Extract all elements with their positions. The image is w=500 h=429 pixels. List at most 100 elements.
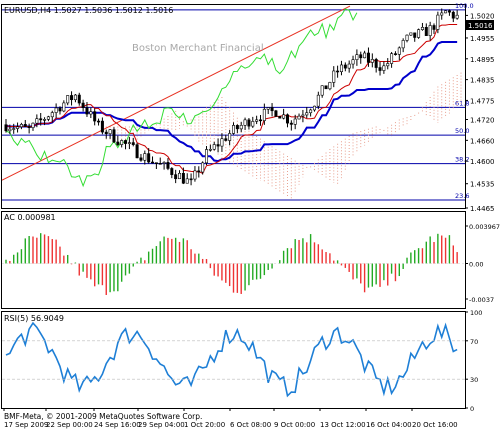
rsi-tick-label: 0 (470, 405, 474, 413)
price-tick-label: 1.4535 (470, 181, 495, 189)
time-tick-label: 22 Sep 00:00 (46, 421, 93, 429)
candle-body (31, 122, 35, 128)
candle-body (374, 59, 378, 68)
time-tick-label: 9 Oct 00:00 (274, 421, 315, 429)
candle-body (393, 53, 397, 55)
candle-body (243, 119, 247, 126)
copyright-text: BMF-Meta, © 2001-2009 MetaQuotes Softwar… (4, 412, 202, 421)
candle-body (440, 12, 444, 16)
candle-body (424, 27, 428, 36)
candle-body (174, 174, 178, 180)
time-tick-label: 1 Oct 20:00 (184, 421, 225, 429)
ac-tick-label: 0.00 (469, 261, 483, 269)
candle-body (58, 107, 62, 112)
candle-body (297, 115, 301, 120)
candle-body (262, 108, 266, 121)
fib-level-label: 38.2 (455, 156, 469, 164)
candle-body (278, 116, 282, 119)
candle-body (301, 114, 305, 117)
candle-body (220, 138, 224, 147)
candle-body (420, 27, 424, 30)
candle-body (73, 94, 77, 101)
fib-level-label: 100.0 (455, 2, 474, 10)
price-tick-label: 1.4835 (470, 77, 495, 85)
price-tick-label: 1.4465 (470, 205, 495, 213)
candle-body (62, 102, 66, 112)
candle-body (77, 94, 81, 104)
rsi-tick-label: 70 (470, 338, 478, 346)
candle-body (370, 59, 374, 63)
candle-body (70, 95, 74, 101)
candle-body (135, 144, 139, 159)
candle-body (224, 138, 228, 141)
candle-body (274, 110, 278, 117)
price-panel-title: EURUSD,H4 1.5027 1.5036 1.5012 1.5016 (4, 6, 173, 15)
price-tick-label: 1.4720 (470, 117, 495, 125)
candle-body (100, 120, 104, 133)
candle-body (355, 54, 359, 60)
candle-body (444, 10, 448, 14)
candle-body (339, 64, 343, 72)
price-tick-label: 1.4895 (470, 56, 495, 64)
time-tick-label: 20 Oct 16:00 (412, 421, 458, 429)
candle-body (436, 14, 440, 30)
rsi-panel-title: RSI(5) 56.9049 (4, 314, 64, 323)
price-tick-label: 1.4775 (470, 97, 495, 105)
candle-body (23, 124, 27, 127)
candle-body (235, 125, 239, 130)
rsi-tick-label: 30 (470, 376, 478, 384)
candle-body (447, 10, 451, 13)
candle-body (251, 121, 255, 127)
candle-body (162, 162, 166, 164)
candle-body (390, 53, 394, 64)
candle-body (104, 131, 108, 135)
chart-background (0, 0, 500, 429)
candle-body (197, 170, 201, 173)
candle-body (289, 122, 293, 125)
candle-body (205, 149, 209, 164)
current-price-label: 1.5016 (468, 22, 493, 30)
ac-tick-label: 0.003967 (469, 223, 500, 231)
candle-body (108, 129, 112, 135)
candle-body (127, 142, 131, 144)
candle-body (201, 162, 205, 173)
candle-body (97, 120, 101, 123)
candle-body (212, 144, 216, 150)
candle-body (4, 124, 8, 132)
time-tick-label: 6 Oct 08:00 (230, 421, 271, 429)
candle-body (124, 140, 128, 144)
candle-body (432, 25, 436, 30)
watermark-text: Boston Merchant Financial (132, 43, 264, 54)
rsi-tick-label: 100 (470, 309, 482, 317)
candle-body (405, 34, 409, 41)
candle-body (332, 70, 336, 83)
candle-body (282, 114, 286, 119)
trading-chart: 100.061.850.038.223.6 Boston Merchant Fi… (0, 0, 500, 429)
price-tick-label: 1.4600 (470, 158, 495, 166)
candle-body (178, 173, 182, 180)
ac-panel-title: AC 0.000981 (4, 213, 56, 222)
candle-body (139, 157, 143, 161)
candle-body (359, 54, 363, 59)
candle-body (19, 124, 23, 128)
candle-body (228, 133, 232, 141)
candle-body (89, 111, 93, 115)
fib-level-label: 50.0 (455, 127, 469, 135)
candle-body (255, 119, 259, 122)
candle-body (347, 63, 351, 69)
candle-body (216, 144, 220, 147)
candle-body (158, 163, 162, 165)
candle-body (351, 59, 355, 65)
candle-body (285, 114, 289, 124)
candle-body (85, 107, 89, 115)
candle-body (166, 162, 170, 169)
candle-body (428, 25, 432, 36)
candle-body (386, 63, 390, 67)
candle-body (336, 70, 340, 73)
candle-body (39, 118, 43, 121)
candle-body (397, 47, 401, 55)
candle-body (232, 125, 236, 134)
time-tick-label: 13 Oct 12:00 (320, 421, 366, 429)
candle-body (193, 170, 197, 180)
candle-body (12, 128, 16, 130)
